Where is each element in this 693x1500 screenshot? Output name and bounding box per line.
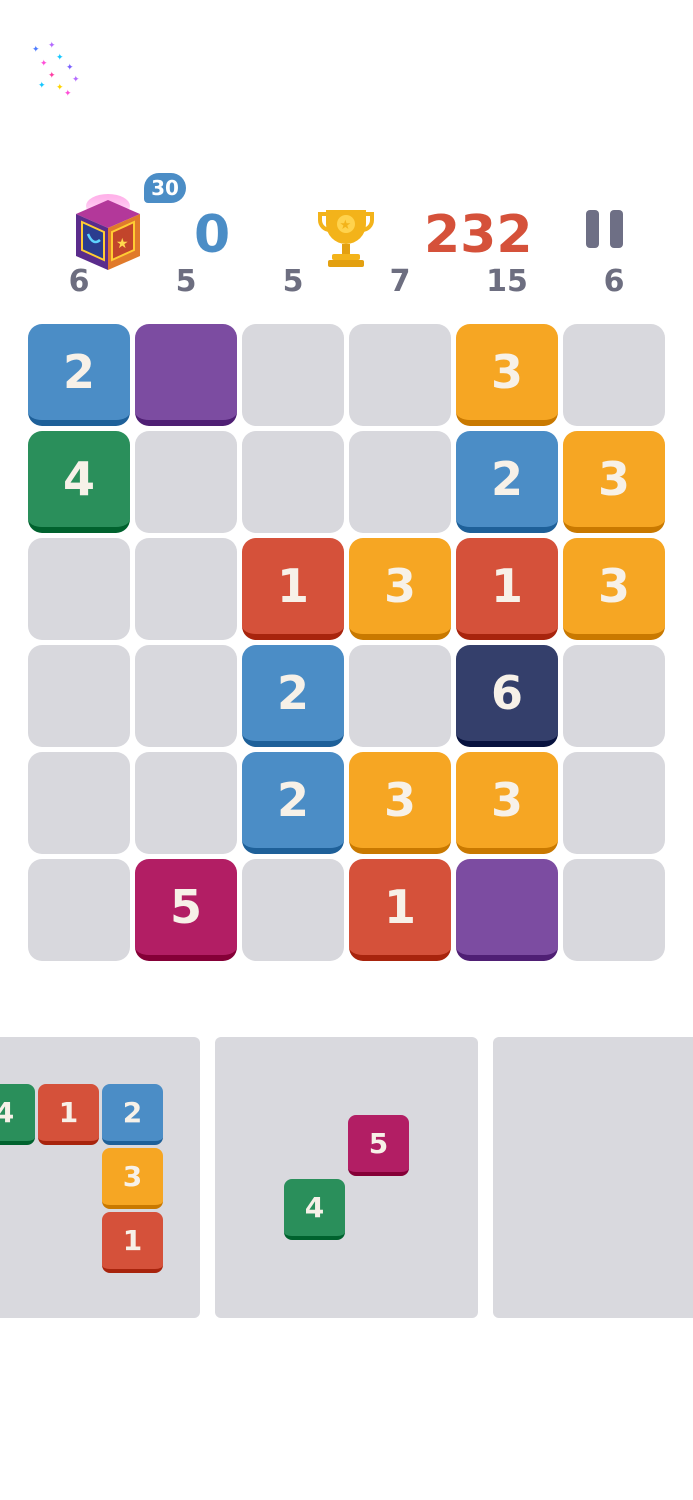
board-tile[interactable]: 3 [349, 538, 451, 640]
svg-text:✦: ✦ [56, 83, 64, 93]
board-tile[interactable]: 1 [349, 859, 451, 961]
board-cell-empty[interactable] [28, 859, 130, 961]
sparkle-icon: ✦ ✦ ✦ ✦ ✦ ✦ ✦ ✦ ✦ ✦ [32, 41, 80, 99]
board-cell-empty[interactable] [563, 645, 665, 747]
board-tile[interactable] [456, 859, 558, 961]
board-tile[interactable]: 2 [242, 645, 344, 747]
svg-text:★: ★ [116, 236, 129, 252]
board-tile[interactable]: 6 [456, 645, 558, 747]
count-6: 6 [603, 264, 625, 299]
board-cell-empty[interactable] [135, 752, 237, 854]
svg-text:★: ★ [340, 218, 352, 233]
svg-text:✦: ✦ [66, 63, 74, 73]
board-tile[interactable]: 1 [456, 538, 558, 640]
board-tile[interactable]: 3 [456, 752, 558, 854]
count-4: 7 [389, 264, 411, 299]
board-tile[interactable]: 3 [349, 752, 451, 854]
board-tile[interactable]: 4 [28, 431, 130, 533]
piece-tray-2[interactable]: 54 [215, 1037, 478, 1318]
board-cell-empty[interactable] [135, 431, 237, 533]
tray-piece-tile[interactable]: 1 [102, 1212, 163, 1273]
board-cell-empty[interactable] [349, 431, 451, 533]
svg-text:✦: ✦ [40, 59, 48, 69]
svg-text:✦: ✦ [48, 71, 56, 81]
board-tile[interactable]: 2 [456, 431, 558, 533]
count-1: 6 [68, 264, 90, 299]
tray-piece-tile[interactable]: 5 [348, 1115, 409, 1176]
board-cell-empty[interactable] [135, 645, 237, 747]
best-score: 232 [424, 205, 533, 265]
count-5: 15 [486, 264, 528, 299]
board-cell-empty[interactable] [242, 431, 344, 533]
board-cell-empty[interactable] [349, 324, 451, 426]
board-tile[interactable]: 3 [563, 538, 665, 640]
svg-text:✦: ✦ [48, 41, 56, 51]
board-tile[interactable]: 5 [135, 859, 237, 961]
board-cell-empty[interactable] [563, 324, 665, 426]
board-tile[interactable]: 2 [242, 752, 344, 854]
board-cell-empty[interactable] [28, 752, 130, 854]
svg-text:✦: ✦ [32, 45, 40, 55]
svg-text:✦: ✦ [38, 81, 46, 91]
tray-piece-tile[interactable]: 2 [102, 1084, 163, 1145]
svg-text:✦: ✦ [72, 75, 80, 85]
chest-count-badge: 30 [144, 173, 186, 203]
piece-tray-3[interactable] [493, 1037, 693, 1318]
trophy-icon: ★ [318, 210, 374, 267]
svg-text:✦: ✦ [56, 53, 64, 63]
board-tile[interactable]: 3 [563, 431, 665, 533]
board-tile[interactable]: 3 [456, 324, 558, 426]
mystery-chest-icon[interactable]: ★ [72, 192, 144, 272]
tray-piece-tile[interactable]: 4 [284, 1179, 345, 1240]
game-board: 2342313132623351 [28, 324, 665, 961]
pause-button[interactable] [584, 210, 626, 248]
tray-piece-tile[interactable]: 4 [0, 1084, 35, 1145]
current-score: 0 [194, 205, 231, 265]
svg-text:✦: ✦ [64, 89, 72, 99]
board-cell-empty[interactable] [242, 859, 344, 961]
piece-tray-1[interactable]: 41231 [0, 1037, 200, 1318]
board-cell-empty[interactable] [349, 645, 451, 747]
board-cell-empty[interactable] [242, 324, 344, 426]
tray-piece-tile[interactable]: 3 [102, 1148, 163, 1209]
board-tile[interactable] [135, 324, 237, 426]
tray-piece-tile[interactable]: 1 [38, 1084, 99, 1145]
board-cell-empty[interactable] [135, 538, 237, 640]
board-tile[interactable]: 1 [242, 538, 344, 640]
board-cell-empty[interactable] [28, 645, 130, 747]
board-cell-empty[interactable] [28, 538, 130, 640]
board-tile[interactable]: 2 [28, 324, 130, 426]
count-2: 5 [175, 264, 197, 299]
tile-counts: 6 5 5 7 15 6 [0, 262, 693, 302]
board-cell-empty[interactable] [563, 859, 665, 961]
count-3: 5 [282, 264, 304, 299]
board-cell-empty[interactable] [563, 752, 665, 854]
